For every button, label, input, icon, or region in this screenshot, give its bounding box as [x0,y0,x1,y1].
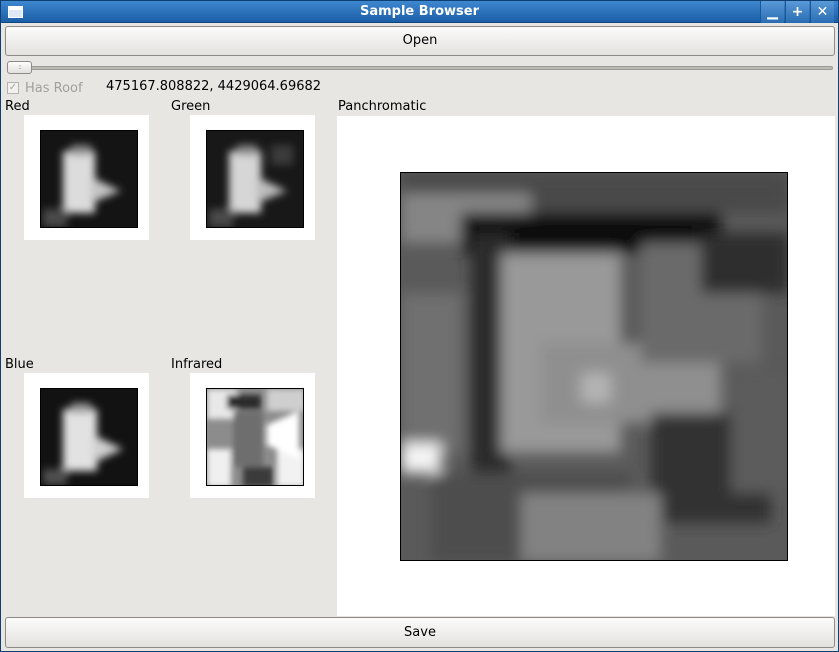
panchromatic-panel [337,116,835,616]
red-band-frame [24,115,149,240]
infrared-band-label: Infrared [171,357,223,372]
window-title: Sample Browser [359,4,479,19]
maximize-icon[interactable]: + [785,1,809,23]
title-bar[interactable]: Sample Browser ▁ + ✕ [1,1,838,23]
sample-slider-track[interactable] [7,66,833,70]
infrared-band-image [206,388,304,486]
infrared-band-frame [190,373,315,498]
blue-band-image [40,388,138,486]
panchromatic-image [400,172,788,561]
green-band-image [206,130,304,228]
minimize-icon[interactable]: ▁ [760,1,784,23]
blue-band-frame [24,373,149,498]
open-button[interactable]: Open [5,26,835,56]
panchromatic-band-label: Panchromatic [338,99,427,114]
coordinates-readout: 475167.808822, 4429064.69682 [106,79,322,94]
green-band-label: Green [171,99,211,114]
close-icon[interactable]: ✕ [810,1,834,23]
red-band-label: Red [5,99,30,114]
sample-slider-handle[interactable]: :: [7,61,32,74]
has-roof-checkbox[interactable]: ✓ [7,82,19,94]
blue-band-label: Blue [5,357,34,372]
has-roof-label: Has Roof [25,80,83,96]
red-band-image [40,130,138,228]
has-roof-row: ✓ Has Roof [7,80,83,96]
save-button[interactable]: Save [5,617,835,648]
sample-browser-window: Sample Browser ▁ + ✕ Open :: ✓ Has Roof … [0,0,839,652]
green-band-frame [190,115,315,240]
